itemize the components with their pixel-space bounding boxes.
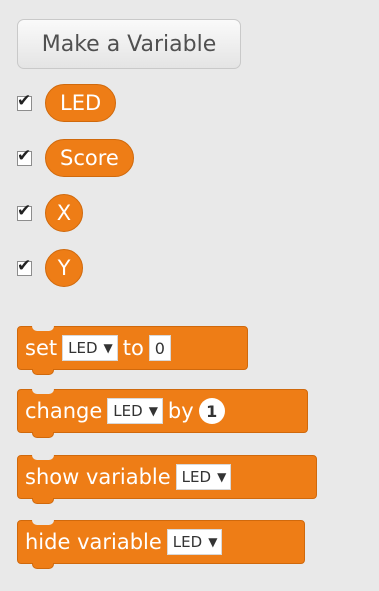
show-variable-checkbox[interactable]: ✔ (17, 256, 32, 276)
variables-palette: Make a Variable ✔ LED ✔ Score ✔ X ✔ Y se… (0, 0, 379, 591)
dropdown-value: LED (113, 402, 143, 420)
show-variable-checkbox[interactable]: ✔ (17, 201, 32, 221)
make-a-variable-button[interactable]: Make a Variable (17, 19, 241, 69)
value-input[interactable]: 0 (148, 335, 171, 361)
dropdown-arrow-icon: ▼ (148, 404, 158, 418)
dropdown-value: LED (68, 339, 98, 357)
variable-row-led: ✔ LED (17, 83, 117, 123)
dropdown-arrow-icon: ▼ (103, 341, 113, 355)
variable-dropdown[interactable]: LED ▼ (62, 335, 118, 361)
variable-row-y: ✔ Y (17, 248, 83, 288)
variable-row-x: ✔ X (17, 193, 83, 233)
variable-row-score: ✔ Score (17, 138, 134, 178)
checkmark-icon: ✔ (17, 90, 32, 111)
dropdown-arrow-icon: ▼ (217, 470, 227, 484)
show-variable-checkbox[interactable]: ✔ (17, 146, 32, 166)
block-label: to (122, 336, 144, 360)
checkmark-icon: ✔ (17, 200, 32, 221)
hide-variable-block[interactable]: hide variable LED ▼ (17, 520, 305, 569)
variable-dropdown[interactable]: LED ▼ (175, 464, 232, 490)
checkmark-icon: ✔ (17, 145, 32, 166)
variable-reporter-x[interactable]: X (45, 194, 83, 232)
variable-reporter-score[interactable]: Score (45, 139, 134, 177)
variable-dropdown[interactable]: LED ▼ (107, 398, 163, 424)
block-label: set (25, 336, 58, 360)
block-label: by (167, 399, 194, 423)
show-variable-checkbox[interactable]: ✔ (17, 91, 32, 111)
block-label: show variable (25, 465, 171, 489)
change-variable-block[interactable]: change LED ▼ by 1 (17, 389, 308, 438)
number-input[interactable]: 1 (198, 398, 225, 424)
set-variable-block[interactable]: set LED ▼ to 0 (17, 326, 248, 375)
variable-dropdown[interactable]: LED ▼ (166, 529, 223, 555)
dropdown-value: LED (181, 468, 212, 486)
block-label: change (25, 399, 103, 423)
dropdown-value: LED (172, 533, 203, 551)
checkmark-icon: ✔ (17, 255, 32, 276)
show-variable-block[interactable]: show variable LED ▼ (17, 455, 317, 504)
variable-reporter-y[interactable]: Y (45, 249, 83, 287)
variable-reporter-led[interactable]: LED (45, 84, 117, 122)
dropdown-arrow-icon: ▼ (208, 535, 218, 549)
block-label: hide variable (25, 530, 162, 554)
